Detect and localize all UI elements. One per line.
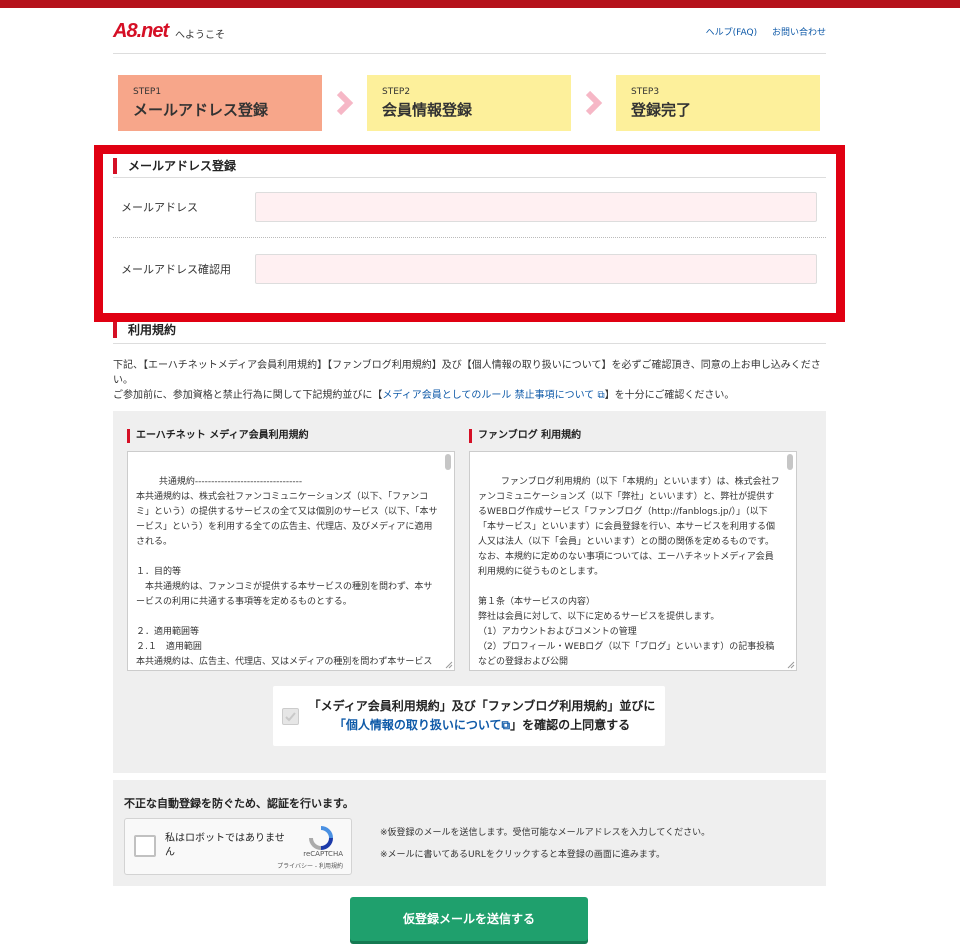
divider xyxy=(113,343,826,344)
a8-logo[interactable]: A8.net xyxy=(113,20,169,43)
step-indicator: STEP1 メールアドレス登録 STEP2 会員情報登録 STEP3 登録完了 xyxy=(118,75,821,131)
step-title: 会員情報登録 xyxy=(382,101,473,119)
check-icon xyxy=(285,712,296,722)
site-header: A8.net へようこそ ヘルプ(FAQ) お問い合わせ xyxy=(113,8,826,54)
header-links: ヘルプ(FAQ) お問い合わせ xyxy=(694,25,826,38)
top-bar xyxy=(0,0,960,8)
agree-line-2: 「個人情報の取り扱いについて⧉」を確認の上同意する xyxy=(307,716,657,735)
email-confirm-label: メールアドレス確認用 xyxy=(121,263,231,276)
recaptcha-brand: reCAPTCHA xyxy=(303,850,343,858)
step-number: STEP1 xyxy=(133,87,162,97)
step-2: STEP2 会員情報登録 xyxy=(367,75,571,131)
help-faq-link[interactable]: ヘルプ(FAQ) xyxy=(706,28,757,38)
resize-handle-icon[interactable] xyxy=(787,661,795,669)
fanblog-terms-textarea[interactable]: ファンブログ利用規約（以下「本規約」といいます）は、株式会社ファンコミュニケーシ… xyxy=(469,451,797,671)
media-terms-title: エーハチネット メディア会員利用規約 xyxy=(127,429,455,443)
scrollbar[interactable] xyxy=(444,454,452,668)
agree-checkbox[interactable] xyxy=(282,708,299,725)
media-terms-textarea[interactable]: 共通規約--------------------------------- 本共… xyxy=(127,451,455,671)
intro-line-2: ご参加前に、参加資格と禁止行為に関して下記規約並びに【メディア会員としてのルール… xyxy=(113,388,826,403)
intro-text: 】を十分にご確認ください。 xyxy=(604,390,735,401)
terms-panel: エーハチネット メディア会員利用規約 共通規約-----------------… xyxy=(113,411,826,773)
recaptcha-logo-icon xyxy=(309,826,333,850)
terms-intro: 下記、【エーハチネットメディア会員利用規約】【ファンブログ利用規約】及び【個人情… xyxy=(113,358,826,403)
email-input[interactable] xyxy=(255,192,817,222)
agree-text[interactable]: 「メディア会員利用規約」及び「ファンブログ利用規約」並びに 「個人情報の取り扱い… xyxy=(307,697,657,735)
submit-button[interactable]: 仮登録メールを送信する xyxy=(350,897,588,941)
fanblog-terms-text: ファンブログ利用規約（以下「本規約」といいます）は、株式会社ファンコミュニケーシ… xyxy=(478,477,780,667)
contact-link[interactable]: お問い合わせ xyxy=(772,28,826,38)
media-terms-column: エーハチネット メディア会員利用規約 共通規約-----------------… xyxy=(127,429,455,671)
step-number: STEP2 xyxy=(382,87,411,97)
email-section-title: メールアドレス登録 xyxy=(113,158,236,174)
welcome-text: へようこそ xyxy=(175,30,225,41)
media-terms-text: 共通規約--------------------------------- 本共… xyxy=(136,477,438,667)
privacy-policy-link[interactable]: 「個人情報の取り扱いについて xyxy=(334,718,502,732)
captcha-title: 不正な自動登録を防ぐため、認証を行います。 xyxy=(124,797,354,810)
step-3: STEP3 登録完了 xyxy=(616,75,820,131)
recaptcha-checkbox[interactable] xyxy=(134,835,156,857)
intro-line-1: 下記、【エーハチネットメディア会員利用規約】【ファンブログ利用規約】及び【個人情… xyxy=(113,360,821,386)
step-1: STEP1 メールアドレス登録 xyxy=(118,75,322,131)
captcha-note-2: ※メールに書いてあるURLをクリックすると本登録の画面に進みます。 xyxy=(380,850,665,860)
external-link-icon: ⧉ xyxy=(501,718,511,732)
page-container: A8.net へようこそ ヘルプ(FAQ) お問い合わせ STEP1 メールアド… xyxy=(94,8,845,941)
resize-handle-icon[interactable] xyxy=(445,661,453,669)
rules-link[interactable]: メディア会員としてのルール 禁止事項について xyxy=(382,390,594,401)
chevron-right-icon xyxy=(584,89,604,117)
email-confirm-input[interactable] xyxy=(255,254,817,284)
email-label: メールアドレス xyxy=(121,201,198,214)
terms-section-title: 利用規約 xyxy=(113,322,176,338)
captcha-panel: 不正な自動登録を防ぐため、認証を行います。 私はロボットではありません reCA… xyxy=(113,780,826,886)
captcha-note-1: ※仮登録のメールを送信します。受信可能なメールアドレスを入力してください。 xyxy=(380,828,711,838)
step-title: メールアドレス登録 xyxy=(133,101,269,119)
scrollbar[interactable] xyxy=(786,454,794,668)
agree-box: 「メディア会員利用規約」及び「ファンブログ利用規約」並びに 「個人情報の取り扱い… xyxy=(273,686,665,746)
chevron-right-icon xyxy=(335,89,355,117)
fanblog-terms-column: ファンブログ 利用規約 ファンブログ利用規約（以下「本規約」といいます）は、株式… xyxy=(469,429,797,671)
external-link-icon: ⧉ xyxy=(594,390,605,401)
intro-text: ご参加前に、参加資格と禁止行為に関して下記規約並びに【 xyxy=(113,390,383,401)
agree-text-end: 」を確認の上同意する xyxy=(510,718,631,732)
divider xyxy=(113,177,826,178)
fanblog-terms-title: ファンブログ 利用規約 xyxy=(469,429,797,443)
recaptcha-label: 私はロボットではありません xyxy=(165,833,285,858)
recaptcha-privacy-link[interactable]: プライバシー - 利用規約 xyxy=(277,861,343,870)
divider xyxy=(113,237,826,238)
step-title: 登録完了 xyxy=(631,101,692,119)
step-number: STEP3 xyxy=(631,87,660,97)
agree-line-1: 「メディア会員利用規約」及び「ファンブログ利用規約」並びに xyxy=(308,699,656,713)
recaptcha-widget: 私はロボットではありません reCAPTCHA プライバシー - 利用規約 xyxy=(124,818,352,875)
